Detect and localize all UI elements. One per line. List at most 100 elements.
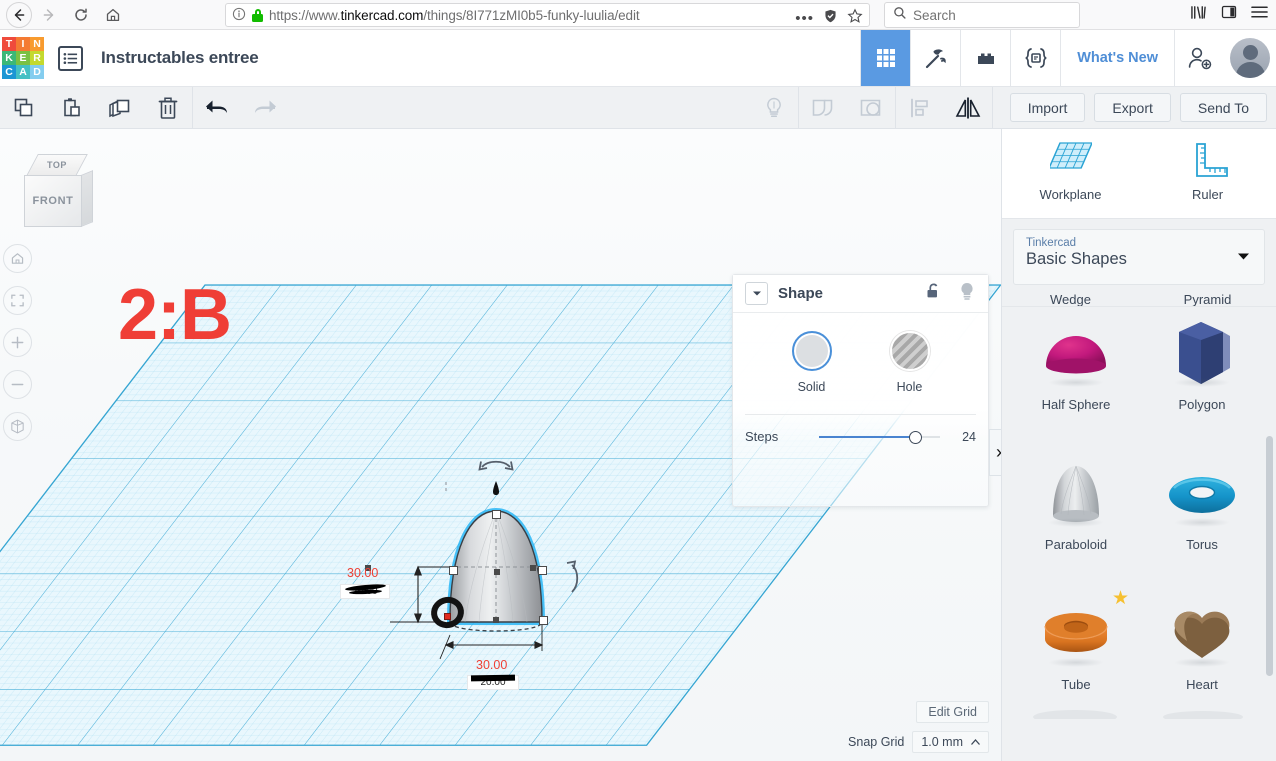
lightbulb-icon[interactable]	[750, 87, 798, 128]
ellipsis-icon[interactable]: •••	[795, 11, 814, 26]
shape-item-polygon[interactable]: Polygon	[1139, 299, 1265, 439]
home-view-icon[interactable]	[3, 244, 32, 273]
nav-blocks-tab[interactable]	[960, 30, 1010, 86]
home-button[interactable]	[98, 2, 128, 28]
ruler-label: Ruler	[1191, 187, 1224, 202]
shape-library-grid[interactable]: Wedge Pyramid Half Sphere Polygon Parabo…	[1002, 292, 1276, 719]
logo-letter: I	[16, 37, 30, 51]
group-icon[interactable]	[799, 87, 847, 128]
tinkercad-logo[interactable]: T I N K E R C A D	[2, 37, 44, 79]
edge-handle-br[interactable]	[530, 565, 536, 571]
shape-mode-hole[interactable]: Hole	[889, 331, 930, 394]
delete-trash-icon[interactable]	[144, 87, 192, 128]
redo-icon[interactable]	[241, 87, 289, 128]
shape-item-paraboloid[interactable]: Paraboloid	[1013, 439, 1139, 579]
nav-circuits-tab[interactable]	[910, 30, 960, 86]
height-cone-handle-icon	[493, 481, 499, 495]
ungroup-icon[interactable]	[847, 87, 895, 128]
zoom-out-icon[interactable]	[3, 370, 32, 399]
address-bar[interactable]: https://www.tinkercad.com/things/8I771zM…	[225, 3, 870, 27]
shape-item-torus[interactable]: Torus	[1139, 439, 1265, 579]
shape-collection-select[interactable]: Tinkercad Basic Shapes	[1013, 229, 1265, 285]
workplane-tool[interactable]: Workplane	[1002, 129, 1139, 202]
view-cube-top-face[interactable]: TOP	[26, 154, 88, 176]
vertical-scrollbar[interactable]	[1266, 436, 1273, 676]
width-dimension-arrow	[439, 625, 544, 660]
view-cube[interactable]: TOP FRONT	[24, 154, 94, 229]
logo-letter: K	[2, 51, 16, 65]
mirror-icon[interactable]	[944, 87, 992, 128]
paraboloid-thumb	[1037, 453, 1115, 535]
paste-icon[interactable]	[48, 87, 96, 128]
browser-toolbar: https://www.tinkercad.com/things/8I771zM…	[0, 0, 1276, 30]
logo-letter: T	[2, 37, 16, 51]
sidebar-toggle-icon[interactable]	[1221, 4, 1237, 25]
perspective-toggle-icon[interactable]	[3, 412, 32, 441]
shield-icon[interactable]	[823, 8, 838, 29]
import-button[interactable]: Import	[1009, 93, 1086, 122]
nav-3d-design-tab[interactable]	[860, 30, 911, 86]
nav-codeblocks-tab[interactable]	[1010, 30, 1060, 86]
next-row-partial	[1033, 710, 1243, 719]
depth-dimension-label: 30.00	[347, 566, 379, 580]
logo-letter: N	[30, 37, 44, 51]
avatar[interactable]	[1224, 30, 1276, 86]
edge-handle-bottom[interactable]	[493, 617, 499, 623]
steps-row: Steps 24	[733, 415, 988, 444]
scale-handle-top[interactable]	[492, 510, 501, 519]
slider-thumb[interactable]	[908, 430, 922, 444]
design-canvas[interactable]: TOP FRONT 2:B 30.00 30.00 20.00 Edit Gri…	[0, 129, 1001, 761]
fit-to-view-icon[interactable]	[3, 286, 32, 315]
forward-button[interactable]	[34, 2, 64, 28]
scale-handle-corner-br[interactable]	[539, 616, 548, 625]
undo-icon[interactable]	[193, 87, 241, 128]
send-to-button[interactable]: Send To	[1179, 93, 1267, 122]
shape-item-half-sphere[interactable]: Half Sphere	[1013, 299, 1139, 439]
center-handle[interactable]	[494, 569, 500, 575]
add-person-icon[interactable]	[1174, 30, 1224, 86]
shape-mode-solid[interactable]: Solid	[791, 331, 832, 394]
chevron-down-icon[interactable]	[1237, 252, 1250, 264]
edit-grid-button[interactable]: Edit Grid	[916, 701, 989, 723]
copy-icon[interactable]	[0, 87, 48, 128]
collection-source: Tinkercad	[1026, 237, 1077, 249]
info-circle-icon[interactable]	[232, 7, 246, 24]
scribble-over-width	[470, 674, 516, 682]
workplane-label: Workplane	[1039, 187, 1102, 202]
document-list-icon[interactable]	[58, 45, 83, 71]
export-button[interactable]: Export	[1094, 93, 1171, 122]
star-outline-icon[interactable]	[847, 8, 863, 29]
solid-swatch[interactable]	[791, 331, 832, 371]
duplicate-icon[interactable]	[96, 87, 144, 128]
view-cube-side-face[interactable]	[81, 170, 93, 227]
view-cube-front-face[interactable]: FRONT	[24, 175, 82, 227]
chevron-down-icon[interactable]	[745, 282, 768, 305]
view-navigation-controls	[3, 244, 32, 441]
hole-swatch[interactable]	[889, 331, 930, 371]
shape-panel-title: Shape	[778, 285, 824, 302]
tinkercad-editor-window: https://www.tinkercad.com/things/8I771zM…	[0, 0, 1276, 761]
zoom-in-icon[interactable]	[3, 328, 32, 357]
snap-grid-value: 1.0 mm	[921, 735, 963, 749]
steps-slider[interactable]	[819, 430, 940, 444]
slider-fill	[819, 435, 914, 438]
scale-handle-right[interactable]	[538, 566, 547, 575]
back-button[interactable]	[6, 1, 32, 28]
reload-button[interactable]	[66, 2, 96, 28]
library-books-icon[interactable]	[1190, 5, 1207, 25]
snap-grid-select[interactable]: 1.0 mm	[912, 731, 989, 753]
align-icon[interactable]	[896, 87, 944, 128]
browser-search-input[interactable]: Search	[884, 2, 1080, 28]
scale-handle-left[interactable]	[449, 566, 458, 575]
hole-label: Hole	[896, 380, 923, 394]
ruler-tool[interactable]: Ruler	[1139, 129, 1276, 202]
whats-new-link[interactable]: What's New	[1060, 30, 1174, 86]
lightbulb-icon[interactable]	[958, 281, 976, 307]
padlock-secure-icon	[252, 8, 263, 22]
unlocked-padlock-icon[interactable]	[925, 282, 942, 306]
shape-label: Paraboloid	[1044, 537, 1108, 552]
hamburger-menu-icon[interactable]	[1251, 5, 1268, 24]
chevron-up-icon	[971, 735, 980, 749]
page-title: Instructables entree	[101, 48, 259, 67]
steps-value[interactable]: 24	[954, 430, 976, 444]
